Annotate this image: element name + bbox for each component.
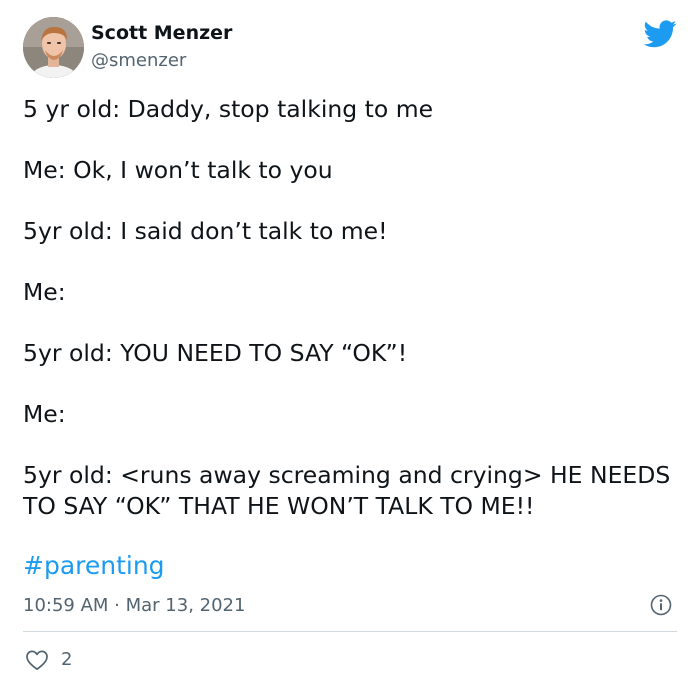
info-icon[interactable]: [650, 594, 672, 616]
heart-outline-icon[interactable]: [25, 649, 49, 671]
display-name[interactable]: Scott Menzer: [91, 22, 232, 44]
tweet-text: 5 yr old: Daddy, stop talking to me Me: …: [23, 94, 683, 552]
tweet-line: Me:: [23, 278, 66, 306]
tweet-timestamp[interactable]: 10:59 AM · Mar 13, 2021: [23, 595, 245, 616]
tweet-line: 5yr old: I said don’t talk to me!: [23, 217, 388, 245]
divider: [23, 631, 677, 632]
tweet-card: Scott Menzer @smenzer 5 yr old: Daddy, s…: [0, 0, 700, 685]
avatar[interactable]: [23, 17, 84, 78]
like-count: 2: [61, 649, 73, 670]
tweet-line: 5yr old: YOU NEED TO SAY “OK”!: [23, 339, 408, 367]
avatar-photo: [23, 17, 84, 78]
user-handle[interactable]: @smenzer: [91, 50, 186, 71]
tweet-line: Me:: [23, 400, 66, 428]
twitter-bird-icon[interactable]: [643, 20, 677, 48]
tweet-line: 5 yr old: Daddy, stop talking to me: [23, 95, 434, 123]
tweet-line: Me: Ok, I won’t talk to you: [23, 156, 333, 184]
tweet-line: 5yr old: <runs away screaming and crying…: [23, 461, 678, 520]
hashtag-link[interactable]: #parenting: [23, 551, 165, 580]
